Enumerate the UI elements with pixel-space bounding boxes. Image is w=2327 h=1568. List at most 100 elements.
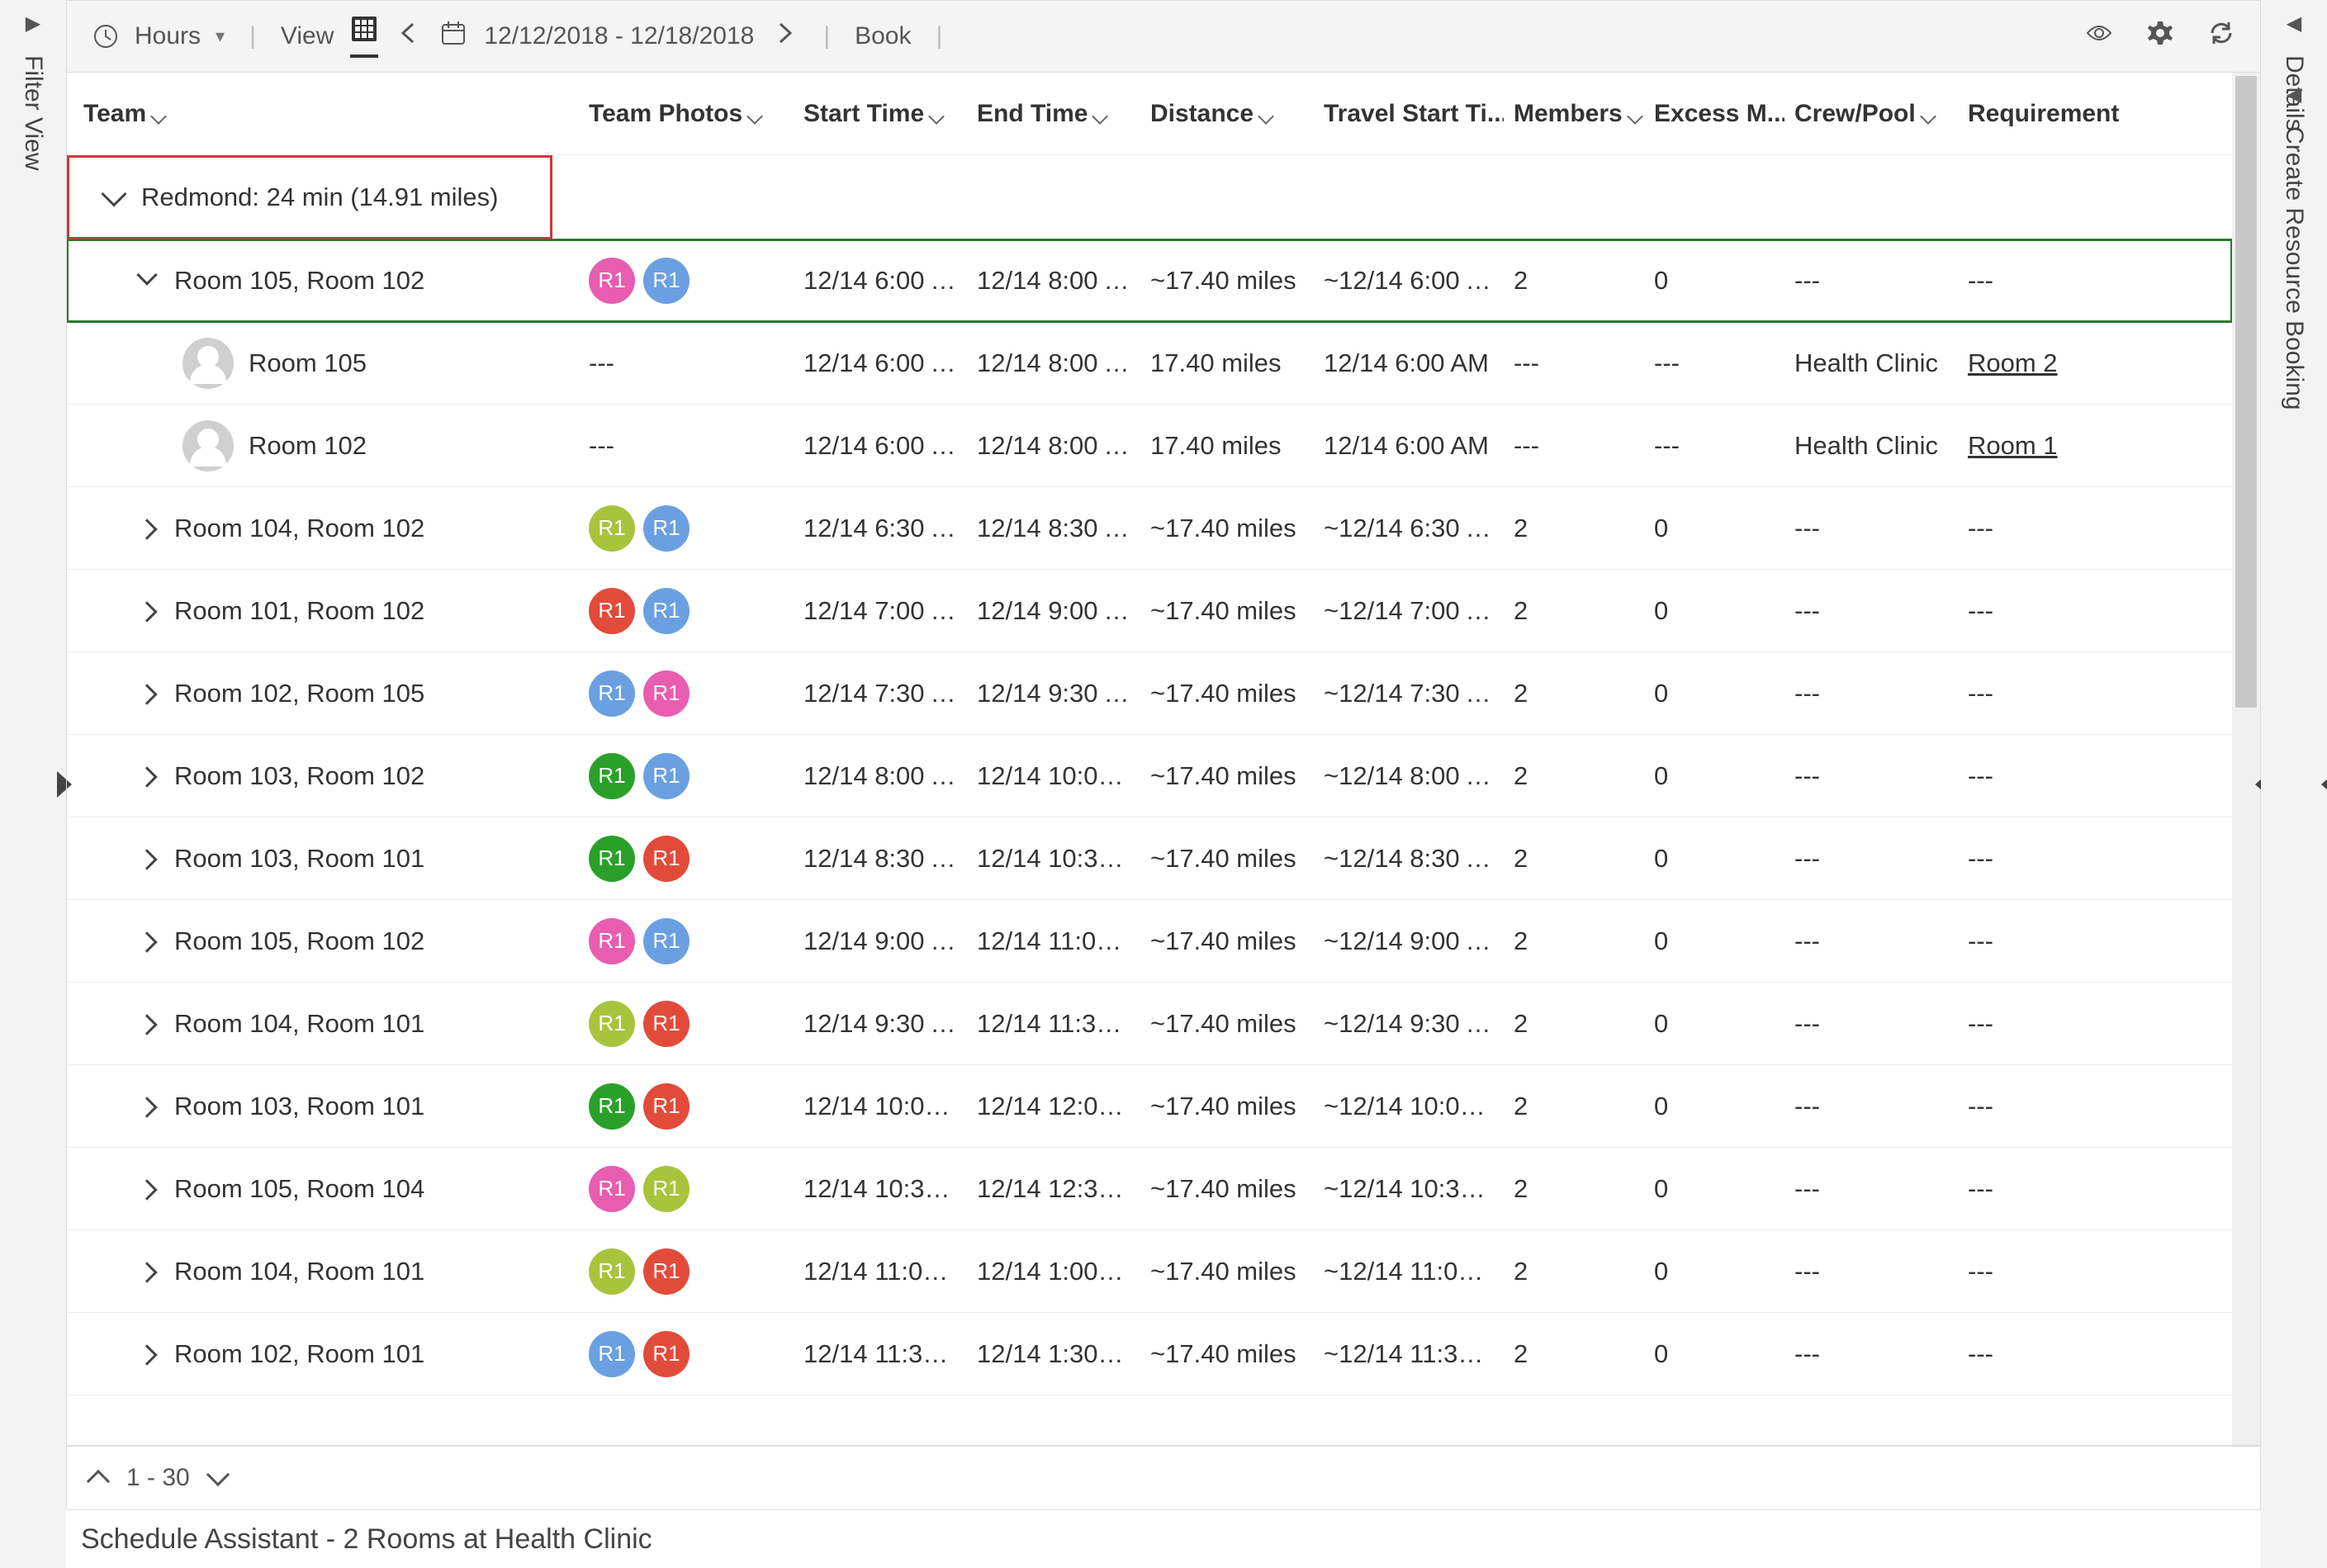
team-photo-badge: R1 — [589, 588, 635, 634]
table-row-child[interactable]: Room 105 --- 12/14 6:00 AM 12/14 8:00 AM… — [67, 322, 2232, 405]
travel-start: ~12/14 8:00 AM — [1314, 761, 1504, 791]
table-row[interactable]: Room 102, Room 105 R1R1 12/14 7:30 AM 12… — [67, 652, 2232, 735]
team-photo-badge: R1 — [643, 1248, 690, 1295]
team-photo-badge: R1 — [643, 1001, 690, 1047]
col-header-start[interactable]: Start Time — [794, 100, 967, 128]
requirement-link[interactable]: Room 1 — [1958, 431, 2123, 461]
grid-view-button[interactable] — [350, 15, 378, 58]
expand-create-booking-panel-icon[interactable]: ◀ — [2287, 83, 2301, 107]
grid-header-row: Team Team Photos Start Time End Time Dis… — [67, 73, 2232, 155]
table-row[interactable]: Room 105, Room 102 R1R1 12/14 9:00 AM 12… — [67, 900, 2232, 983]
chevron-down-icon — [101, 181, 126, 206]
team-name: Room 105, Room 102 — [174, 926, 424, 955]
travel-start: ~12/14 6:00 AM — [1314, 266, 1504, 296]
col-header-travel[interactable]: Travel Start Ti... — [1314, 100, 1504, 128]
travel-start: ~12/14 8:30 AM — [1314, 844, 1504, 874]
table-row[interactable]: Room 104, Room 101 R1R1 12/14 9:30 AM 12… — [67, 983, 2232, 1065]
crew-pool: --- — [1784, 761, 1958, 791]
team-photo-badge: R1 — [643, 670, 690, 717]
team-photos: --- — [579, 431, 794, 461]
start-time: 12/14 8:30 AM — [794, 844, 967, 874]
table-row[interactable]: Room 103, Room 101 R1R1 12/14 8:30 AM 12… — [67, 817, 2232, 900]
chevron-down-icon — [931, 106, 947, 122]
chevron-right-icon — [136, 1179, 157, 1200]
expand-left-panel-icon[interactable]: ▶ — [26, 12, 40, 36]
requirement-link[interactable]: Room 2 — [1958, 348, 2123, 378]
members: 2 — [1504, 844, 1644, 874]
col-header-members[interactable]: Members — [1504, 100, 1644, 128]
date-range[interactable]: 12/12/2018 - 12/18/2018 — [484, 22, 754, 50]
caret-down-icon: ▾ — [216, 26, 225, 47]
crew-pool: --- — [1784, 514, 1958, 543]
start-time: 12/14 6:30 AM — [794, 514, 967, 543]
settings-button[interactable] — [2146, 19, 2174, 54]
expand-details-panel-icon[interactable]: ◀ — [2287, 12, 2301, 36]
scrollbar-thumb[interactable] — [2235, 76, 2257, 708]
team-name: Room 101, Room 102 — [174, 596, 424, 625]
table-row[interactable]: Room 104, Room 101 R1R1 12/14 11:00 ... … — [67, 1230, 2232, 1313]
next-button[interactable] — [770, 19, 799, 54]
group-row-redmond[interactable]: Redmond: 24 min (14.91 miles) — [67, 155, 2232, 239]
col-header-excess[interactable]: Excess M... — [1644, 100, 1784, 128]
create-booking-label[interactable]: Create Resource Booking — [2280, 126, 2308, 410]
end-time: 12/14 9:00 AM — [967, 596, 1140, 626]
excess: 0 — [1644, 1339, 1784, 1369]
crew-pool: --- — [1784, 1092, 1958, 1121]
team-photo-badge: R1 — [589, 918, 635, 964]
table-row[interactable]: Room 104, Room 102 R1R1 12/14 6:30 AM 12… — [67, 487, 2232, 570]
prev-button[interactable] — [395, 19, 423, 54]
visibility-button[interactable] — [2085, 19, 2113, 54]
table-row[interactable]: Room 102, Room 101 R1R1 12/14 11:30 ... … — [67, 1313, 2232, 1395]
book-button[interactable]: Book — [855, 22, 911, 50]
team-photo-badge: R1 — [643, 918, 690, 964]
excess: 0 — [1644, 514, 1784, 543]
distance: ~17.40 miles — [1140, 679, 1314, 708]
excess: 0 — [1644, 1009, 1784, 1039]
separator: | — [928, 22, 951, 50]
table-row-child[interactable]: Room 102 --- 12/14 6:00 AM 12/14 8:00 AM… — [67, 405, 2232, 487]
start-time: 12/14 10:00 ... — [794, 1092, 967, 1121]
distance: 17.40 miles — [1140, 348, 1314, 378]
toolbar: Hours ▾ | View 12/12/2018 - 12/18/2018 |… — [66, 0, 2261, 73]
calendar-button[interactable] — [439, 19, 467, 54]
col-header-photos[interactable]: Team Photos — [579, 100, 794, 128]
vertical-scrollbar[interactable] — [2232, 73, 2260, 1445]
members: 2 — [1504, 596, 1644, 626]
crew-pool: Health Clinic — [1784, 348, 1958, 378]
hours-dropdown[interactable]: Hours ▾ — [92, 22, 225, 50]
excess: 0 — [1644, 1092, 1784, 1121]
members: 2 — [1504, 926, 1644, 956]
far-right-caret-icon[interactable] — [2321, 771, 2327, 798]
gear-icon — [2146, 19, 2174, 47]
table-row[interactable]: Room 105, Room 102 R1R1 12/14 6:00 AM 12… — [67, 239, 2232, 322]
col-header-crew[interactable]: Crew/Pool — [1784, 100, 1958, 128]
table-row[interactable]: Room 103, Room 102 R1R1 12/14 8:00 AM 12… — [67, 735, 2232, 817]
excess: 0 — [1644, 844, 1784, 874]
chevron-right-icon — [136, 1014, 157, 1035]
filter-view-label[interactable]: Filter View — [19, 55, 47, 170]
calendar-icon — [439, 19, 467, 47]
col-header-end[interactable]: End Time — [967, 100, 1140, 128]
team-name: Room 104, Room 101 — [174, 1009, 424, 1038]
team-name: Room 105 — [249, 348, 367, 378]
table-row[interactable]: Room 105, Room 104 R1R1 12/14 10:30 ... … — [67, 1148, 2232, 1230]
chevron-right-icon — [136, 1344, 157, 1365]
end-time: 12/14 8:00 AM — [967, 431, 1140, 461]
members: 2 — [1504, 266, 1644, 296]
start-time: 12/14 7:30 AM — [794, 679, 967, 708]
refresh-button[interactable] — [2207, 19, 2235, 54]
crew-pool: --- — [1784, 1339, 1958, 1369]
travel-start: 12/14 6:00 AM — [1314, 348, 1504, 378]
team-photo-badge: R1 — [589, 1331, 635, 1377]
col-header-distance[interactable]: Distance — [1140, 100, 1314, 128]
team-photo-badge: R1 — [589, 1166, 635, 1212]
pager-next-button[interactable] — [206, 1463, 230, 1486]
pager-bar: 1 - 30 — [66, 1446, 2261, 1510]
excess: 0 — [1644, 596, 1784, 626]
table-row[interactable]: Room 101, Room 102 R1R1 12/14 7:00 AM 12… — [67, 570, 2232, 652]
pager-prev-button[interactable] — [87, 1470, 110, 1493]
col-header-team[interactable]: Team — [67, 100, 579, 128]
table-row[interactable]: Room 103, Room 101 R1R1 12/14 10:00 ... … — [67, 1065, 2232, 1148]
end-time: 12/14 10:30 ... — [967, 844, 1140, 874]
col-header-requirement[interactable]: Requirement — [1958, 100, 2123, 128]
